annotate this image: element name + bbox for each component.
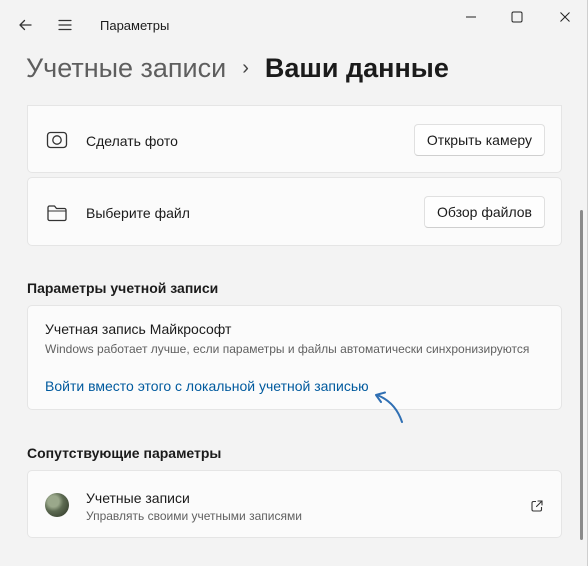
open-camera-button[interactable]: Открыть камеру <box>413 124 545 156</box>
settings-window: Параметры Учетные записи › Ваши данные С… <box>0 0 588 566</box>
breadcrumb: Учетные записи › Ваши данные <box>26 48 449 88</box>
page-title: Ваши данные <box>264 52 449 83</box>
local-account-signin-link[interactable]: Войти вместо этого с локальной учетной з… <box>45 378 369 394</box>
microsoft-account-title: Учетная запись Майкрософт <box>45 321 232 337</box>
app-title: Параметры <box>100 18 170 33</box>
related-settings-heading: Сопутствующие параметры <box>27 445 222 461</box>
annotation-arrow-icon <box>375 391 403 423</box>
folder-icon <box>44 200 70 226</box>
take-photo-label: Сделать фото <box>86 133 178 149</box>
user-avatar <box>45 493 69 517</box>
account-settings-heading: Параметры учетной записи <box>27 280 219 296</box>
choose-file-row: Выберите файл Обзор файлов <box>27 177 562 246</box>
camera-icon <box>44 127 70 153</box>
back-arrow-icon[interactable] <box>8 8 42 42</box>
related-accounts-subtitle: Управлять своими учетными записями <box>86 509 302 523</box>
choose-file-label: Выберите файл <box>86 205 190 221</box>
external-link-icon[interactable] <box>527 496 547 516</box>
scrollbar[interactable] <box>580 210 583 540</box>
related-accounts-title: Учетные записи <box>86 490 190 506</box>
maximize-icon[interactable] <box>494 2 540 32</box>
related-accounts-row[interactable]: Учетные записи Управлять своими учетными… <box>27 470 562 538</box>
breadcrumb-separator: › <box>242 56 249 79</box>
microsoft-account-card: Учетная запись Майкрософт Windows работа… <box>27 305 562 410</box>
breadcrumb-parent[interactable]: Учетные записи <box>26 53 226 84</box>
browse-files-button[interactable]: Обзор файлов <box>424 196 545 228</box>
close-icon[interactable] <box>542 2 588 32</box>
microsoft-account-description: Windows работает лучше, если параметры и… <box>45 342 530 356</box>
hamburger-menu-icon[interactable] <box>48 8 82 42</box>
title-bar: Параметры <box>0 0 588 50</box>
minimize-icon[interactable] <box>448 2 494 32</box>
take-photo-row: Сделать фото Открыть камеру <box>27 105 562 173</box>
